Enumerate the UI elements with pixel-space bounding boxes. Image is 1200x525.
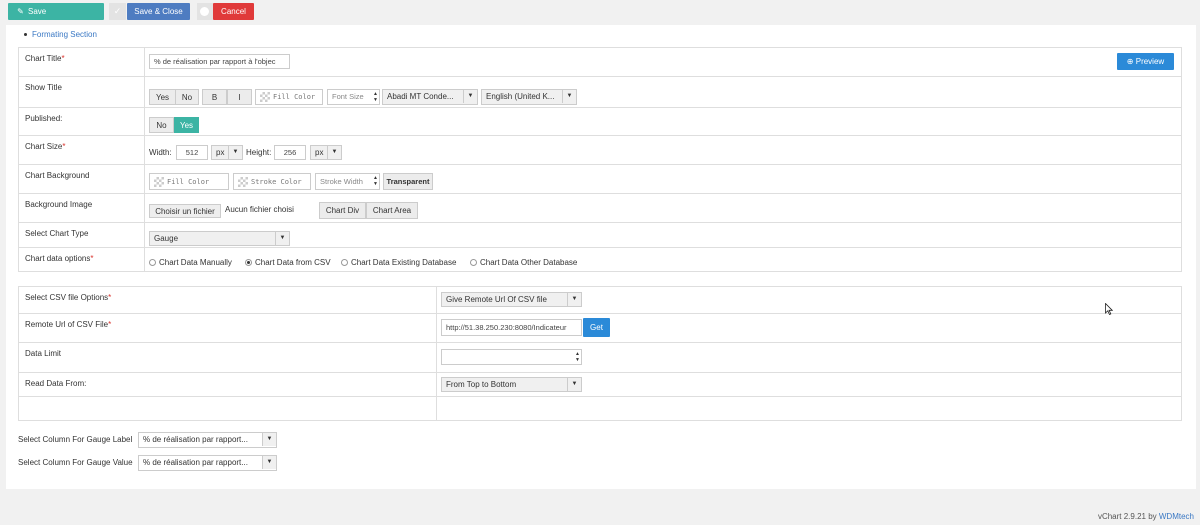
csv-options-label: Select CSV file Options*: [18, 286, 437, 314]
title-fill-color[interactable]: Fill Color: [255, 89, 323, 105]
chart-size-label: Chart Size*: [18, 135, 145, 165]
footer: vChart 2.9.21 by WDMtech: [1098, 512, 1194, 521]
caret-down-icon: ▼: [262, 456, 276, 469]
chart-data-options-label: Chart data options*: [18, 247, 145, 272]
gauge-value-column-select[interactable]: % de réalisation par rapport... ▼: [138, 455, 277, 471]
choose-file-button[interactable]: Choisir un fichier: [149, 204, 221, 218]
spinner-icon: ▲ ▼: [373, 175, 378, 187]
caret-down-icon: ▼: [567, 293, 581, 306]
remote-url-input[interactable]: http://51.38.250.230:8080/Indicateur: [441, 319, 582, 336]
read-data-from-select[interactable]: From Top to Bottom ▼: [441, 377, 582, 392]
show-title-no[interactable]: No: [175, 89, 199, 105]
width-label: Width:: [149, 148, 172, 157]
bullet-icon: [24, 33, 27, 37]
chart-title-input[interactable]: % de réalisation par rapport à l'objec: [149, 54, 290, 69]
remote-url-label: Remote Url of CSV File*: [18, 313, 437, 343]
spinner-icon: ▲ ▼: [373, 91, 378, 103]
select-chart-type-label: Select Chart Type: [18, 222, 145, 248]
height-input[interactable]: 256: [274, 145, 306, 160]
data-limit-label: Data Limit: [18, 342, 437, 373]
font-family-select[interactable]: Abadi MT Conde... ▼: [382, 89, 478, 105]
stroke-width-input[interactable]: Stroke Width ▲ ▼: [315, 173, 380, 190]
edit-icon: ✎: [17, 7, 24, 16]
width-input[interactable]: 512: [176, 145, 208, 160]
caret-down-icon: ▼: [275, 232, 289, 245]
checker-icon: [154, 177, 164, 188]
caret-down-icon: ▼: [463, 90, 477, 103]
caret-down-icon: ▼: [562, 90, 576, 103]
chart-background-label: Chart Background: [18, 164, 145, 194]
height-label: Height:: [246, 148, 272, 157]
radio-data-existing-db[interactable]: Chart Data Existing Database: [341, 258, 456, 267]
save-label: Save: [28, 7, 47, 16]
caret-down-icon: ▼: [262, 433, 276, 446]
chart-title-label: Chart Title*: [18, 47, 145, 77]
cancel-button[interactable]: Cancel: [213, 3, 254, 20]
save-close-button[interactable]: Save & Close: [127, 3, 190, 20]
footer-product: vChart 2.9.21 by: [1097, 512, 1157, 521]
clock-icon: [197, 3, 213, 20]
italic-toggle[interactable]: I: [227, 89, 252, 105]
caret-down-icon: ▼: [567, 378, 581, 391]
radio-data-other-db[interactable]: Chart Data Other Database: [470, 258, 577, 267]
section-link-label: Formating Section: [32, 30, 97, 39]
font-size-input[interactable]: Font Size ▲ ▼: [327, 89, 380, 105]
gauge-label-column-label: Select Column For Gauge Label: [18, 435, 133, 444]
checker-icon: [260, 92, 270, 103]
show-title-label: Show Title: [18, 76, 145, 108]
save-button[interactable]: ✎ Save: [8, 3, 104, 20]
cursor-icon: [1105, 303, 1113, 315]
no-file-text: Aucun fichier choisi: [225, 205, 294, 214]
checker-icon: [238, 177, 248, 188]
radio-data-csv[interactable]: Chart Data from CSV: [245, 258, 331, 267]
height-unit-select[interactable]: px ▼: [310, 145, 342, 160]
csv-options-select[interactable]: Give Remote Url Of CSV file ▼: [441, 292, 582, 307]
bold-toggle[interactable]: B: [202, 89, 227, 105]
spinner-icon: ▲ ▼: [575, 351, 580, 363]
published-yes[interactable]: Yes: [174, 117, 199, 133]
preview-button[interactable]: ⊕ Preview: [1117, 53, 1174, 70]
background-image-label: Background Image: [18, 193, 145, 223]
toolbar: ✎ Save ✓ Save & Close Cancel: [0, 0, 1200, 22]
radio-data-manually[interactable]: Chart Data Manually: [149, 258, 232, 267]
background-fill-color[interactable]: Fill Color: [149, 173, 229, 190]
caret-down-icon: ▼: [327, 146, 341, 159]
show-title-yes[interactable]: Yes: [149, 89, 176, 105]
plus-circle-icon: ⊕: [1126, 57, 1134, 66]
gauge-value-column-label: Select Column For Gauge Value: [18, 458, 133, 467]
width-unit-select[interactable]: px ▼: [211, 145, 243, 160]
read-data-from-label: Read Data From:: [18, 372, 437, 397]
caret-down-icon: ▼: [228, 146, 242, 159]
published-label: Published:: [18, 107, 145, 136]
formating-section-link[interactable]: Formating Section: [24, 30, 97, 39]
chart-type-select[interactable]: Gauge ▼: [149, 231, 290, 246]
published-no[interactable]: No: [149, 117, 174, 133]
vendor-link[interactable]: WDMtech: [1159, 512, 1194, 521]
chart-div-button[interactable]: Chart Div: [319, 202, 366, 219]
check-icon: ✓: [109, 3, 126, 20]
csv-table: Select CSV file Options* Remote Url of C…: [18, 286, 1183, 421]
transparent-button[interactable]: Transparent: [383, 173, 433, 190]
background-stroke-color[interactable]: Stroke Color: [233, 173, 311, 190]
gauge-label-column-select[interactable]: % de réalisation par rapport... ▼: [138, 432, 277, 448]
get-button[interactable]: Get: [583, 318, 610, 337]
chart-area-button[interactable]: Chart Area: [366, 202, 418, 219]
data-limit-input[interactable]: ▲ ▼: [441, 349, 582, 365]
language-select[interactable]: English (United K... ▼: [481, 89, 577, 105]
